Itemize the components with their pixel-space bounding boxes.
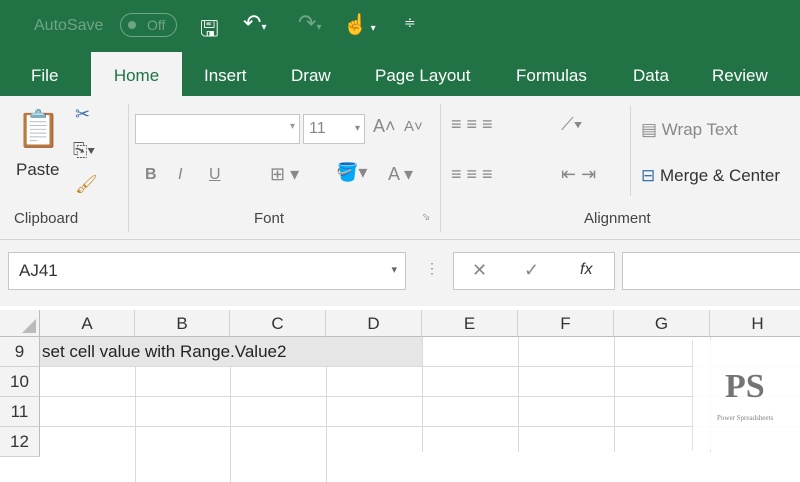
- tab-file[interactable]: File: [31, 66, 58, 86]
- cell-a9[interactable]: set cell value with Range.Value2: [42, 342, 286, 362]
- redo-icon[interactable]: ↷▾: [298, 10, 321, 36]
- tab-page-layout[interactable]: Page Layout: [375, 66, 470, 86]
- column-header[interactable]: H: [710, 310, 800, 337]
- font-size-dropdown[interactable]: 11 ▾: [303, 114, 365, 144]
- font-dialog-launcher-icon[interactable]: ⬂: [422, 212, 430, 223]
- customize-qat-icon[interactable]: ≑: [404, 14, 416, 31]
- tab-data[interactable]: Data: [633, 66, 669, 86]
- tab-review[interactable]: Review: [712, 66, 768, 86]
- italic-button[interactable]: I: [178, 166, 182, 184]
- column-header[interactable]: E: [422, 310, 518, 337]
- row-header[interactable]: 10: [0, 367, 40, 397]
- merge-center-button[interactable]: ⊟ Merge & Center: [641, 166, 780, 186]
- wrap-text-button[interactable]: ▤ Wrap Text: [641, 120, 738, 140]
- select-all-button[interactable]: [0, 310, 40, 337]
- more-icon: ⋮: [425, 260, 439, 276]
- formula-bar: AJ41 ▾ ⋮ ✕ ✓ fx: [0, 240, 800, 306]
- font-group-label: Font: [254, 210, 285, 227]
- title-bar: AutoSave Off 🖫 ↶▾ ↷▾ ☝ ▾ ≑: [0, 0, 800, 52]
- tab-formulas[interactable]: Formulas: [516, 66, 587, 86]
- touch-mode-icon[interactable]: ☝ ▾: [343, 12, 376, 37]
- autosave-toggle[interactable]: Off: [120, 13, 177, 37]
- row-header[interactable]: 12: [0, 427, 40, 457]
- font-size-value: 11: [309, 120, 326, 137]
- decrease-font-icon[interactable]: A˅: [404, 118, 423, 135]
- tab-home[interactable]: Home: [91, 52, 182, 98]
- formula-buttons: ✕ ✓ fx: [453, 252, 615, 290]
- row-header[interactable]: 9: [0, 337, 40, 367]
- column-header[interactable]: C: [230, 310, 326, 337]
- font-name-dropdown[interactable]: ▾: [135, 114, 300, 144]
- copy-icon[interactable]: ⎘▾: [73, 140, 95, 161]
- toggle-state: Off: [147, 17, 166, 33]
- tab-draw[interactable]: Draw: [291, 66, 331, 86]
- font-color-icon[interactable]: A ▾: [388, 164, 413, 185]
- alignment-group-label: Alignment: [584, 210, 651, 227]
- worksheet-grid[interactable]: A B C D E F G H 9 10 11 12 set cell valu…: [0, 306, 800, 482]
- paste-icon[interactable]: 📋: [16, 108, 61, 150]
- paste-button[interactable]: Paste: [16, 160, 59, 180]
- bold-button[interactable]: B: [145, 166, 157, 184]
- tab-insert[interactable]: Insert: [204, 66, 247, 86]
- column-header[interactable]: F: [518, 310, 614, 337]
- name-box[interactable]: AJ41 ▾: [8, 252, 406, 290]
- save-icon[interactable]: 🖫: [200, 12, 219, 50]
- enter-icon[interactable]: ✓: [524, 260, 539, 281]
- align-top-icon[interactable]: ≡ ≡ ≡: [451, 114, 493, 135]
- insert-function-button[interactable]: fx: [580, 261, 592, 279]
- orientation-icon[interactable]: ⟋▾: [561, 114, 582, 135]
- wrap-text-label: Wrap Text: [661, 120, 738, 139]
- format-painter-icon[interactable]: 🖌: [75, 174, 98, 195]
- align-left-icon[interactable]: ≡ ≡ ≡: [451, 164, 493, 185]
- autosave-label: AutoSave: [34, 17, 104, 34]
- clipboard-group-label: Clipboard: [14, 210, 79, 227]
- ribbon: 📋 Paste ✂ ⎘▾ 🖌 Clipboard ▾ 11 ▾ A˄ A˅ B I…: [0, 96, 800, 240]
- column-header[interactable]: A: [40, 310, 135, 337]
- borders-icon[interactable]: ⊞ ▾: [270, 164, 299, 185]
- column-header[interactable]: B: [135, 310, 230, 337]
- column-header[interactable]: G: [614, 310, 710, 337]
- name-box-value: AJ41: [19, 261, 58, 280]
- fill-color-icon[interactable]: 🪣▾: [336, 162, 367, 183]
- formula-input[interactable]: [622, 252, 800, 290]
- row-header[interactable]: 11: [0, 397, 40, 427]
- column-header[interactable]: D: [326, 310, 422, 337]
- cancel-icon[interactable]: ✕: [472, 260, 487, 281]
- increase-font-icon[interactable]: A˄: [373, 116, 396, 137]
- power-spreadsheets-logo: PS Power Spreadsheets: [692, 340, 800, 450]
- underline-button[interactable]: U: [209, 166, 221, 184]
- merge-center-label: Merge & Center: [659, 166, 780, 185]
- indent-icon[interactable]: ⇤ ⇥: [561, 164, 596, 185]
- cut-icon[interactable]: ✂: [75, 104, 90, 125]
- undo-icon[interactable]: ↶▾: [243, 10, 266, 36]
